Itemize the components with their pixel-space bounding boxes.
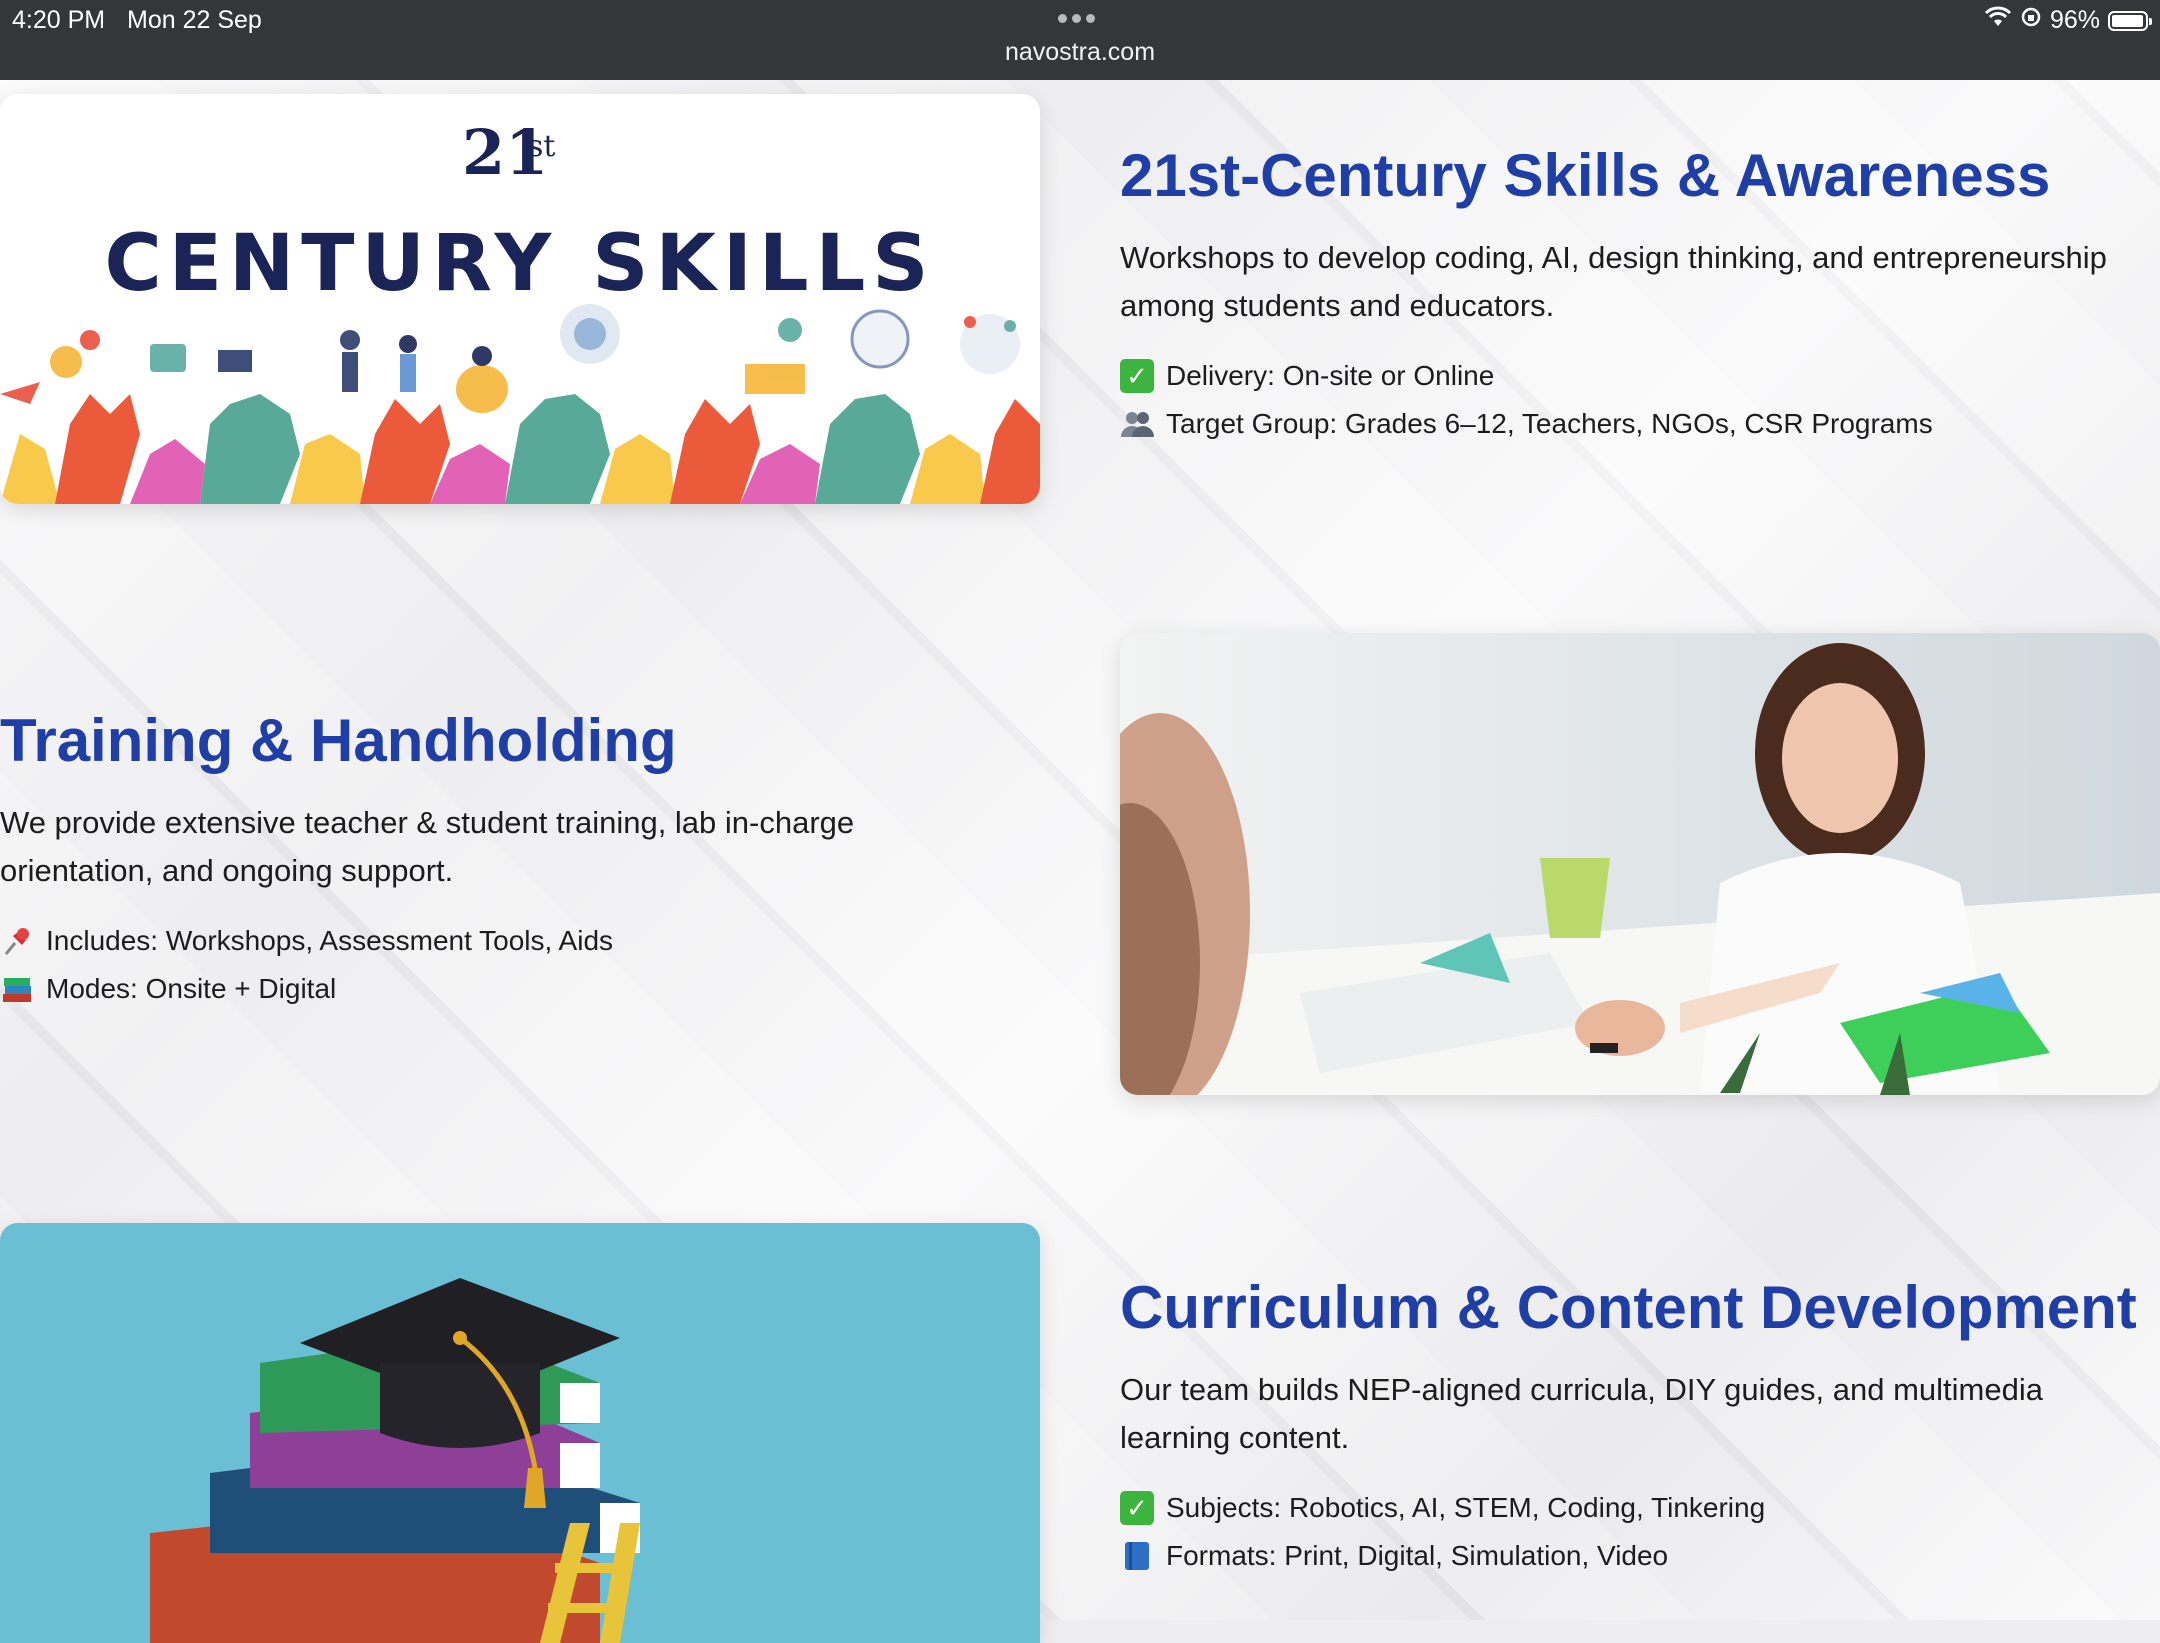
- people-icon: [1120, 407, 1154, 441]
- section-21st-century-skills: 21st-Century Skills & Awareness Workshop…: [1120, 140, 2150, 448]
- bullet-subjects: ✓ Subjects: Robotics, AI, STEM, Coding, …: [1120, 1484, 2150, 1532]
- century-skills-image: 21 st CENTURY SKILLS: [0, 94, 1040, 504]
- bullet-includes: Includes: Workshops, Assessment Tools, A…: [0, 917, 1000, 965]
- check-icon: ✓: [1120, 359, 1154, 393]
- svg-text:st: st: [528, 129, 555, 164]
- battery-icon: [2108, 10, 2152, 31]
- bullet-target-group: Target Group: Grades 6–12, Teachers, NGO…: [1120, 400, 2150, 448]
- section-training-handholding: Training & Handholding We provide extens…: [0, 705, 1000, 1013]
- section-description: We provide extensive teacher & student t…: [0, 805, 855, 888]
- blue-book-icon: [1120, 1539, 1154, 1573]
- orientation-lock-icon: [2020, 6, 2042, 35]
- section-curriculum-content: Curriculum & Content Development Our tea…: [1120, 1272, 2150, 1580]
- status-time: 4:20 PM: [12, 6, 106, 34]
- banner-heading: CENTURY SKILLS: [104, 219, 935, 309]
- wifi-icon: [1984, 6, 2012, 35]
- bullet-modes: Modes: Onsite + Digital: [0, 965, 1000, 1013]
- section-description: Our team builds NEP-aligned curricula, D…: [1120, 1372, 2043, 1455]
- status-date: Mon 22 Sep: [127, 6, 262, 34]
- section-title: Training & Handholding: [0, 707, 677, 774]
- graduation-books-image: [0, 1223, 1040, 1643]
- pushpin-icon: [0, 924, 34, 958]
- battery-percentage: 96%: [2049, 6, 2100, 34]
- handshake-photo: [1120, 633, 2160, 1095]
- more-options-dots[interactable]: [1058, 14, 1095, 23]
- section-title: Curriculum & Content Development: [1120, 1274, 2137, 1341]
- books-icon: [0, 972, 34, 1006]
- status-indicators: 96%: [1984, 6, 2152, 35]
- bullet-delivery: ✓ Delivery: On-site or Online: [1120, 352, 2150, 400]
- address-bar-url[interactable]: navostra.com: [0, 38, 2160, 67]
- bullet-formats: Formats: Print, Digital, Simulation, Vid…: [1120, 1532, 2150, 1580]
- section-title: 21st-Century Skills & Awareness: [1120, 142, 2051, 209]
- check-icon: ✓: [1120, 1491, 1154, 1525]
- status-bar: 4:20 PM Mon 22 Sep navostra.com 96%: [0, 0, 2160, 80]
- section-description: Workshops to develop coding, AI, design …: [1120, 240, 2107, 323]
